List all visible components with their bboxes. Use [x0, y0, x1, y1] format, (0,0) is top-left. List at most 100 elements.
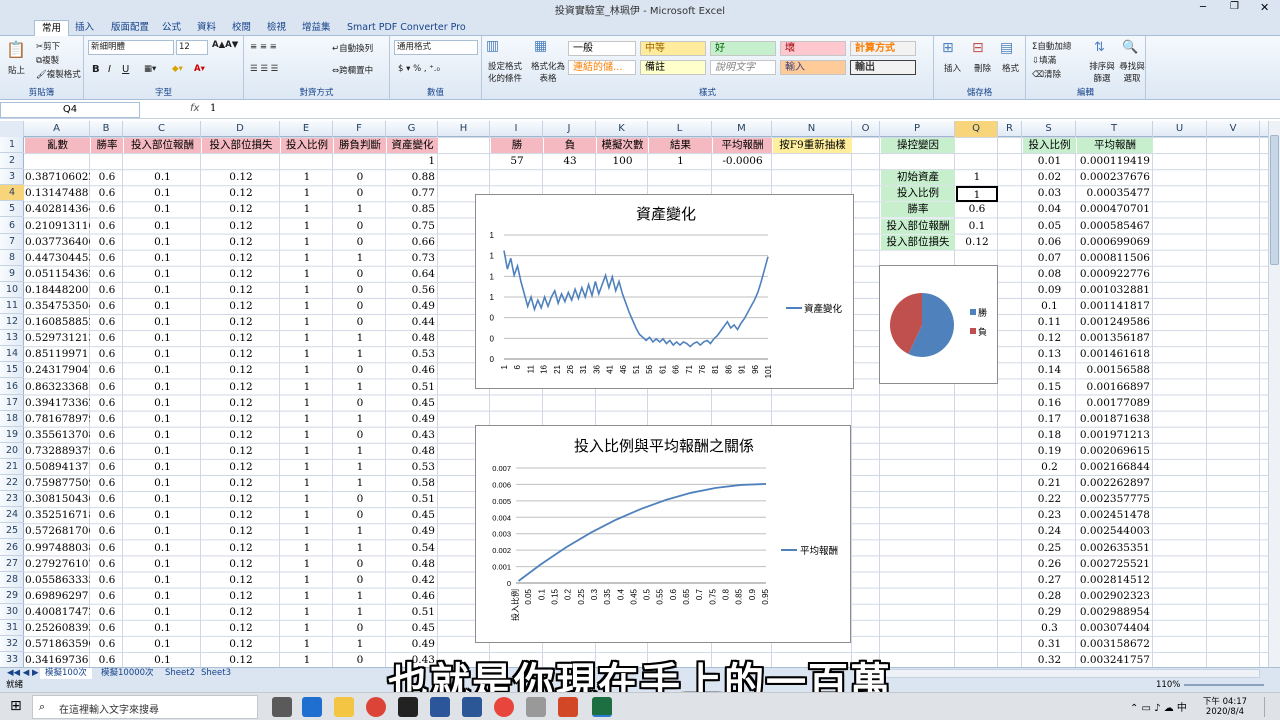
ratio-cell[interactable]: 0.07: [1023, 251, 1076, 266]
cell[interactable]: 0.6: [91, 412, 123, 427]
avg-return-cell[interactable]: 0.000811506: [1077, 251, 1153, 266]
cell[interactable]: 0.69896297: [25, 589, 90, 604]
grow-font-icon[interactable]: A▲A▼: [212, 40, 238, 50]
cell[interactable]: 0.12: [202, 476, 280, 491]
cell[interactable]: 0.12: [202, 492, 280, 507]
ratio-cell[interactable]: 0.19: [1023, 444, 1076, 459]
ratio-cell[interactable]: 0.17: [1023, 412, 1076, 427]
style-bad[interactable]: 壞: [780, 41, 846, 56]
style-good[interactable]: 好: [710, 41, 776, 56]
maximize-icon[interactable]: ❐: [1230, 1, 1239, 12]
cell[interactable]: 0.12: [202, 444, 280, 459]
avg-return-cell[interactable]: 0.001249586: [1077, 315, 1153, 330]
avg-return-cell[interactable]: 0.002814512: [1077, 573, 1153, 588]
merge-center-button[interactable]: ⇔跨欄置中: [332, 64, 373, 76]
cell[interactable]: 0.49: [387, 637, 438, 652]
row-header[interactable]: 16: [0, 379, 24, 395]
cell[interactable]: 0.6: [91, 380, 123, 395]
cell[interactable]: 0.6: [91, 283, 123, 298]
column-header[interactable]: E: [280, 121, 333, 137]
cell[interactable]: 0.6: [91, 235, 123, 250]
ratio-header[interactable]: 投入比例: [1023, 138, 1076, 153]
style-explanatory[interactable]: 說明文字: [710, 60, 776, 75]
cell[interactable]: 0.58: [387, 476, 438, 491]
column-header[interactable]: B: [90, 121, 123, 137]
column-header[interactable]: D: [201, 121, 280, 137]
row-header[interactable]: 14: [0, 346, 24, 363]
cell[interactable]: 0.6: [91, 428, 123, 443]
cell[interactable]: 1: [334, 331, 386, 346]
ratio-cell[interactable]: 0.23: [1023, 508, 1076, 523]
excel-icon[interactable]: [592, 697, 612, 717]
cell[interactable]: 0: [334, 235, 386, 250]
ratio-cell[interactable]: 0.11: [1023, 315, 1076, 330]
cell[interactable]: 0.529731213: [25, 331, 90, 346]
cell[interactable]: 1: [281, 541, 333, 556]
fill-color-icon[interactable]: ◆▾: [172, 64, 183, 74]
cell[interactable]: 1: [334, 476, 386, 491]
style-output[interactable]: 輸出: [850, 60, 916, 75]
cell[interactable]: 1: [281, 557, 333, 572]
cell[interactable]: 0.45: [387, 396, 438, 411]
cell[interactable]: 0.759877509: [25, 476, 90, 491]
cell[interactable]: 0.12: [202, 573, 280, 588]
close-icon[interactable]: ✕: [1260, 1, 1269, 14]
format-painter-button[interactable]: 🖌複製格式: [36, 68, 81, 80]
terminal-icon[interactable]: [398, 697, 418, 717]
avg-return-cell[interactable]: 0.002544003: [1077, 524, 1153, 539]
avg-return-cell[interactable]: 0.002069615: [1077, 444, 1153, 459]
select-all-corner[interactable]: [0, 121, 24, 137]
cell[interactable]: 0: [334, 653, 386, 668]
cell[interactable]: 1: [281, 283, 333, 298]
cell[interactable]: 1: [281, 186, 333, 201]
cell[interactable]: 0.12: [202, 637, 280, 652]
ratio-cell[interactable]: 0.25: [1023, 541, 1076, 556]
avg-return-cell[interactable]: 0.002635351: [1077, 541, 1153, 556]
border-icon[interactable]: ▦▾: [144, 64, 156, 74]
cell[interactable]: 1: [334, 251, 386, 266]
cell[interactable]: 0.394173362: [25, 396, 90, 411]
conditional-format-icon[interactable]: ▥: [486, 38, 499, 54]
cell[interactable]: 1: [281, 347, 333, 362]
fill-button[interactable]: ⇩填滿: [1032, 54, 1056, 66]
cell[interactable]: 1: [281, 219, 333, 234]
avg-return-cell[interactable]: 0.000470701: [1077, 202, 1153, 217]
cell[interactable]: 0.85119971: [25, 347, 90, 362]
control-value[interactable]: 1: [956, 170, 998, 185]
cell[interactable]: 1: [334, 605, 386, 620]
row-header[interactable]: 19: [0, 427, 24, 443]
avg-return-header[interactable]: 平均報酬: [1077, 138, 1153, 153]
control-label[interactable]: 投入比例: [881, 186, 955, 202]
column-header[interactable]: C: [123, 121, 201, 137]
cell[interactable]: 0.48: [387, 557, 438, 572]
cell[interactable]: 0.1: [124, 524, 201, 539]
cell[interactable]: 0.49: [387, 412, 438, 427]
cell[interactable]: 0.1: [124, 444, 201, 459]
control-value[interactable]: 0.12: [956, 235, 998, 250]
cell[interactable]: 0.34169736: [25, 653, 90, 668]
cell[interactable]: 0.1: [124, 460, 201, 475]
cell[interactable]: 1: [281, 267, 333, 282]
cell[interactable]: 0.279276107: [25, 557, 90, 572]
cell[interactable]: 0.1: [124, 621, 201, 636]
cell[interactable]: 0.64: [387, 267, 438, 282]
avg-return-cell[interactable]: 0.000699069: [1077, 235, 1153, 250]
column-header[interactable]: N: [772, 121, 852, 137]
row-header[interactable]: 20: [0, 443, 24, 459]
row-header[interactable]: 13: [0, 330, 24, 347]
avg-return-cell[interactable]: 0.000585467: [1077, 219, 1153, 234]
cell[interactable]: 0.12: [202, 653, 280, 668]
cell[interactable]: 0.48: [387, 331, 438, 346]
row-header[interactable]: 9: [0, 266, 24, 282]
cell[interactable]: 0.12: [202, 235, 280, 250]
cell[interactable]: 0.6: [91, 573, 123, 588]
avg-return-cell[interactable]: 0.003158672: [1077, 637, 1153, 652]
word-icon[interactable]: [462, 697, 482, 717]
row-header[interactable]: 10: [0, 282, 24, 298]
cell[interactable]: 0.53: [387, 460, 438, 475]
ratio-cell[interactable]: 0.22: [1023, 492, 1076, 507]
avg-return-cell[interactable]: 0.003074404: [1077, 621, 1153, 636]
cell[interactable]: 0.6: [91, 170, 123, 185]
cell[interactable]: 0.6: [91, 621, 123, 636]
file-explorer-icon[interactable]: [334, 697, 354, 717]
